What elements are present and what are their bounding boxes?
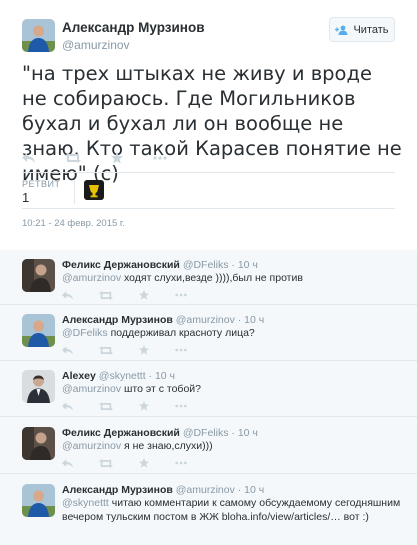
follow-user-icon	[335, 25, 348, 35]
reply-actions	[62, 458, 187, 468]
reply-mention[interactable]: @amurzinov	[62, 383, 121, 395]
reply-divider	[0, 360, 417, 361]
author-avatar[interactable]	[22, 19, 55, 52]
reply-author-name[interactable]: Феликс Держановский	[62, 259, 180, 271]
reply-actions	[62, 345, 187, 355]
retweet-icon[interactable]	[99, 290, 113, 300]
more-icon[interactable]	[175, 348, 187, 352]
replies-list: Феликс Держановский @DFeliks · 10 ч @amu…	[0, 250, 417, 545]
reply-mention[interactable]: @amurzinov	[62, 440, 121, 452]
reply-divider	[0, 304, 417, 305]
more-icon[interactable]	[175, 404, 187, 408]
retweet-icon[interactable]	[99, 458, 113, 468]
reply-time[interactable]: · 10 ч	[238, 314, 264, 326]
favorite-icon[interactable]	[139, 290, 149, 300]
reply-text: @amurzinov ходят слухи,везде )))),был не…	[62, 272, 402, 286]
reply-time[interactable]: · 10 ч	[231, 427, 257, 439]
reply-author-handle[interactable]: @DFeliks	[183, 259, 229, 271]
reply-author-name[interactable]: Alexey	[62, 370, 96, 382]
more-icon[interactable]	[175, 293, 187, 297]
retweeter-avatar[interactable]	[84, 180, 104, 200]
retweet-icon[interactable]	[99, 401, 113, 411]
retweet-icon[interactable]	[99, 345, 113, 355]
reply-avatar[interactable]	[22, 370, 55, 403]
author-handle[interactable]: @amurzinov	[62, 38, 130, 52]
reply-mention[interactable]: @skynettt	[62, 497, 109, 509]
favorite-icon[interactable]	[139, 458, 149, 468]
reply-time[interactable]: · 10 ч	[231, 259, 257, 271]
reply-text: @amurzinov што эт с тобой?	[62, 383, 402, 397]
tweet-actions	[22, 152, 167, 164]
reply-actions	[62, 401, 187, 411]
reply-avatar[interactable]	[22, 314, 55, 347]
more-icon[interactable]	[153, 156, 167, 160]
more-icon[interactable]	[175, 461, 187, 465]
tweet-detail: Александр Мурзинов @amurzinov Читать "на…	[0, 0, 417, 250]
reply-header: Александр Мурзинов @amurzinov · 10 ч	[62, 314, 264, 326]
reply-avatar[interactable]	[22, 427, 55, 460]
reply-body: я не знаю,слухи)))	[121, 440, 213, 452]
reply-body: што эт с тобой?	[121, 383, 201, 395]
favorite-icon[interactable]	[139, 401, 149, 411]
reply-author-handle[interactable]: @skynettt	[99, 370, 146, 382]
retweet-label: РЕТВИТ	[22, 179, 61, 189]
tweet-timestamp[interactable]: 10:21 - 24 февр. 2015 г.	[22, 218, 125, 229]
reply-header: Александр Мурзинов @amurzinov · 10 ч	[62, 484, 264, 496]
reply-body: ходят слухи,везде )))),был не против	[121, 272, 303, 284]
reply-author-handle[interactable]: @DFeliks	[183, 427, 229, 439]
reply-icon[interactable]	[62, 458, 73, 468]
stats-divider	[74, 180, 75, 204]
reply-text: @skynettt читаю комментарии к самому обс…	[62, 497, 402, 524]
reply-mention[interactable]: @amurzinov	[62, 272, 121, 284]
favorite-icon[interactable]	[111, 152, 123, 164]
follow-button[interactable]: Читать	[329, 17, 395, 42]
retweet-icon[interactable]	[65, 153, 81, 163]
reply-author-handle[interactable]: @amurzinov	[176, 314, 235, 326]
reply-avatar[interactable]	[22, 484, 55, 517]
favorite-icon[interactable]	[139, 345, 149, 355]
reply-author-handle[interactable]: @amurzinov	[176, 484, 235, 496]
reply-body: поддерживал красноту лица?	[107, 327, 255, 339]
follow-label: Читать	[353, 23, 389, 36]
reply-body: читаю комментарии к самому обсуждаемому …	[62, 497, 401, 523]
reply-header: Феликс Держановский @DFeliks · 10 ч	[62, 259, 258, 271]
reply-icon[interactable]	[62, 290, 73, 300]
reply-text: @DFeliks поддерживал красноту лица?	[62, 327, 402, 341]
reply-time[interactable]: · 10 ч	[149, 370, 175, 382]
reply-divider	[0, 473, 417, 474]
reply-author-name[interactable]: Феликс Держановский	[62, 427, 180, 439]
reply-text: @amurzinov я не знаю,слухи)))	[62, 440, 402, 454]
divider	[22, 172, 395, 173]
divider	[22, 208, 395, 209]
reply-divider	[0, 416, 417, 417]
reply-avatar[interactable]	[22, 259, 55, 292]
reply-actions	[62, 290, 187, 300]
reply-mention[interactable]: @DFeliks	[62, 327, 108, 339]
reply-author-name[interactable]: Александр Мурзинов	[62, 484, 173, 496]
reply-author-name[interactable]: Александр Мурзинов	[62, 314, 173, 326]
reply-icon[interactable]	[62, 401, 73, 411]
reply-icon[interactable]	[62, 345, 73, 355]
reply-icon[interactable]	[22, 153, 35, 163]
tweet-text: "на трех штыках не живу и вроде не собир…	[22, 62, 402, 185]
reply-header: Феликс Держановский @DFeliks · 10 ч	[62, 427, 258, 439]
reply-time[interactable]: · 10 ч	[238, 484, 264, 496]
retweet-count[interactable]: 1	[22, 190, 29, 205]
author-name[interactable]: Александр Мурзинов	[62, 20, 205, 35]
reply-header: Alexey @skynettt · 10 ч	[62, 370, 175, 382]
